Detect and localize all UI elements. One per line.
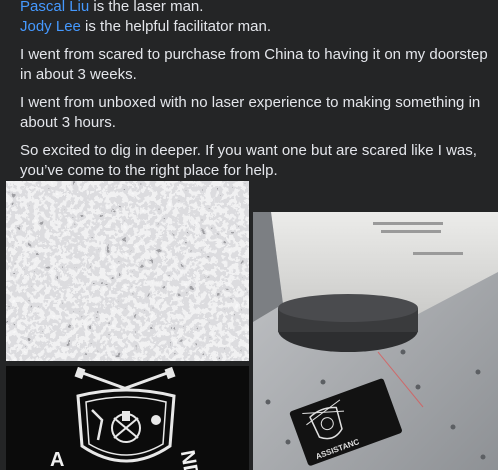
post-paragraph-excited: So excited to dig in deeper. If you want…	[20, 142, 477, 179]
granite-texture	[6, 181, 249, 361]
emblem-letter-a: A	[50, 449, 64, 470]
engraved-card-photo[interactable]: A ND	[6, 366, 249, 470]
mention-2-text: is the helpful facilitator man.	[80, 18, 271, 35]
laser-machine-photo[interactable]: ASSISTANC	[253, 212, 498, 470]
post-line-1: Pascal Liu is the laser man.	[20, 0, 490, 17]
photo-grid: A ND ASSISTANC	[0, 181, 498, 470]
mention-pascal-liu[interactable]: Pascal Liu	[20, 0, 89, 15]
post-text: Pascal Liu is the laser man. Jody Lee is…	[20, 0, 490, 189]
mention-jody-lee[interactable]: Jody Lee	[20, 18, 81, 35]
emblem-letters-nd: ND	[176, 449, 203, 470]
granite-photo[interactable]	[6, 181, 249, 361]
post-paragraph-shipping: I went from scared to purchase from Chin…	[20, 46, 488, 83]
post-paragraph-experience: I went from unboxed with no laser experi…	[20, 94, 481, 131]
mention-1-text: is the laser man.	[89, 0, 204, 15]
engraved-emblem: A ND	[6, 366, 249, 470]
laser-machine-scene: ASSISTANC	[253, 212, 498, 470]
post-line-2: Jody Lee is the helpful facilitator man.	[20, 17, 490, 37]
